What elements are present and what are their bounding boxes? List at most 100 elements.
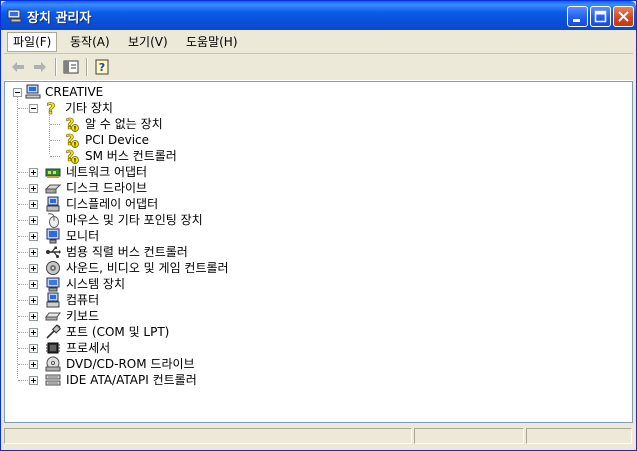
tree-item-category[interactable]: DVD/CD-ROM 드라이브	[5, 356, 625, 372]
menu-help[interactable]: 도움말(H)	[181, 33, 243, 51]
tree-item-label: SM 버스 컨트롤러	[85, 149, 177, 163]
tree-connector	[18, 188, 28, 189]
tree-item-category[interactable]: 사운드, 비디오 및 게임 컨트롤러	[5, 260, 625, 276]
keyboard-icon	[45, 312, 61, 321]
expand-toggle[interactable]	[29, 328, 38, 337]
maximize-button[interactable]	[590, 6, 611, 27]
tree-item-label: 시스템 장치	[66, 277, 126, 291]
tree-item-category[interactable]: 모니터	[5, 228, 625, 244]
tree-item-label: DVD/CD-ROM 드라이브	[66, 357, 195, 371]
expand-toggle[interactable]	[29, 344, 38, 353]
tree-item-category[interactable]: 키보드	[5, 308, 625, 324]
expand-toggle[interactable]	[29, 200, 38, 209]
expand-toggle[interactable]	[29, 216, 38, 225]
expand-toggle[interactable]	[29, 296, 38, 305]
toolbar: ?	[4, 54, 633, 81]
tree-connector	[18, 332, 28, 333]
tree-connector	[18, 316, 28, 317]
collapse-toggle[interactable]	[29, 104, 38, 113]
tree-item-label: 키보드	[66, 309, 100, 323]
show-hide-console-tree-icon[interactable]	[61, 57, 81, 77]
warning-question-icon: ? !	[65, 132, 79, 148]
svg-text:?: ?	[99, 61, 105, 74]
ide-controller-icon	[45, 374, 61, 386]
toolbar-separator	[55, 58, 57, 76]
tree-connector	[18, 204, 28, 205]
menu-view[interactable]: 보기(V)	[123, 33, 173, 51]
tree-connector	[50, 140, 60, 141]
tree-item-label: 네트워크 어댑터	[66, 165, 148, 179]
tree-item-category[interactable]: 프로세서	[5, 340, 625, 356]
tree-root-label: CREATIVE	[45, 85, 104, 99]
expand-toggle[interactable]	[29, 248, 38, 257]
minimize-button[interactable]	[567, 6, 588, 27]
tree-item-category[interactable]: 포트 (COM 및 LPT)	[5, 324, 625, 340]
tree-item-category[interactable]: 마우스 및 기타 포인팅 장치	[5, 212, 625, 228]
tree-item-sm-bus-controller[interactable]: ? ! SM 버스 컨트롤러	[5, 148, 625, 164]
device-tree[interactable]: CREATIVE ? 기타 장치 ? ! 알 수 없는 장치 ? ! PCI D…	[4, 81, 633, 423]
status-cell-tertiary	[526, 428, 632, 444]
port-icon	[46, 324, 61, 339]
tree-item-pci-device[interactable]: ? ! PCI Device	[5, 132, 625, 148]
question-mark-icon: ?	[46, 100, 56, 116]
tree-item-label: 디스크 드라이브	[66, 181, 148, 195]
tree-item-label: 모니터	[66, 229, 100, 243]
tree-item-label: 사운드, 비디오 및 게임 컨트롤러	[66, 261, 229, 275]
forward-arrow-icon[interactable]	[30, 57, 50, 77]
tree-item-category[interactable]: IDE ATA/ATAPI 컨트롤러	[5, 372, 625, 388]
expand-toggle[interactable]	[29, 360, 38, 369]
system-device-icon	[46, 277, 60, 292]
tree-item-category[interactable]: 디스플레이 어댑터	[5, 196, 625, 212]
back-arrow-icon[interactable]	[8, 57, 28, 77]
computer-icon	[25, 84, 41, 99]
expand-toggle[interactable]	[29, 312, 38, 321]
tree-connector	[50, 156, 60, 157]
maximize-icon	[594, 10, 607, 23]
processor-icon	[46, 342, 60, 354]
computer-icon	[46, 292, 60, 308]
properties-help-icon[interactable]: ?	[92, 57, 112, 77]
tree-connector	[50, 124, 60, 125]
tree-item-label: 컴퓨터	[66, 293, 100, 307]
tree-item-category[interactable]: 디스크 드라이브	[5, 180, 625, 196]
tree-item-category[interactable]: 범용 직렬 버스 컨트롤러	[5, 244, 625, 260]
tree-item-label: 범용 직렬 버스 컨트롤러	[66, 245, 188, 259]
tree-connector	[18, 348, 28, 349]
collapse-toggle[interactable]	[13, 88, 22, 97]
tree-item-label: IDE ATA/ATAPI 컨트롤러	[66, 373, 197, 387]
tree-item-category[interactable]: 시스템 장치	[5, 276, 625, 292]
title-bar[interactable]: 장치 관리자	[1, 1, 636, 30]
tree-connector	[18, 252, 28, 253]
tree-connector	[18, 108, 28, 109]
dvd-drive-icon	[45, 356, 61, 372]
expand-toggle[interactable]	[29, 184, 38, 193]
menu-action[interactable]: 동작(A)	[65, 33, 115, 51]
menu-bar: 파일(F) 동작(A) 보기(V) 도움말(H)	[4, 31, 633, 54]
toolbar-separator	[86, 58, 88, 76]
expand-toggle[interactable]	[29, 168, 38, 177]
status-bar	[4, 426, 633, 446]
menu-file[interactable]: 파일(F)	[7, 32, 58, 52]
display-adapter-icon	[46, 196, 60, 212]
expand-toggle[interactable]	[29, 232, 38, 241]
expand-toggle[interactable]	[29, 264, 38, 273]
tree-item-label: 프로세서	[66, 341, 111, 355]
window-title: 장치 관리자	[27, 11, 92, 26]
usb-icon	[46, 246, 61, 258]
expand-toggle[interactable]	[29, 280, 38, 289]
tree-item-other-devices[interactable]: ? 기타 장치	[5, 100, 625, 116]
tree-item-category[interactable]: 컴퓨터	[5, 292, 625, 308]
svg-text:?: ?	[46, 100, 55, 116]
tree-connector	[18, 268, 28, 269]
disk-drive-icon	[45, 184, 61, 194]
tree-item-label: 디스플레이 어댑터	[66, 197, 159, 211]
tree-item-unknown-device[interactable]: ? ! 알 수 없는 장치	[5, 116, 625, 132]
warning-question-icon: ? !	[65, 116, 79, 132]
tree-item-category[interactable]: 네트워크 어댑터	[5, 164, 625, 180]
tree-root[interactable]: CREATIVE	[5, 84, 625, 100]
monitor-icon	[46, 228, 60, 244]
expand-toggle[interactable]	[29, 376, 38, 385]
tree-connector	[18, 284, 28, 285]
close-button[interactable]	[613, 6, 634, 27]
tree-connector	[18, 300, 28, 301]
